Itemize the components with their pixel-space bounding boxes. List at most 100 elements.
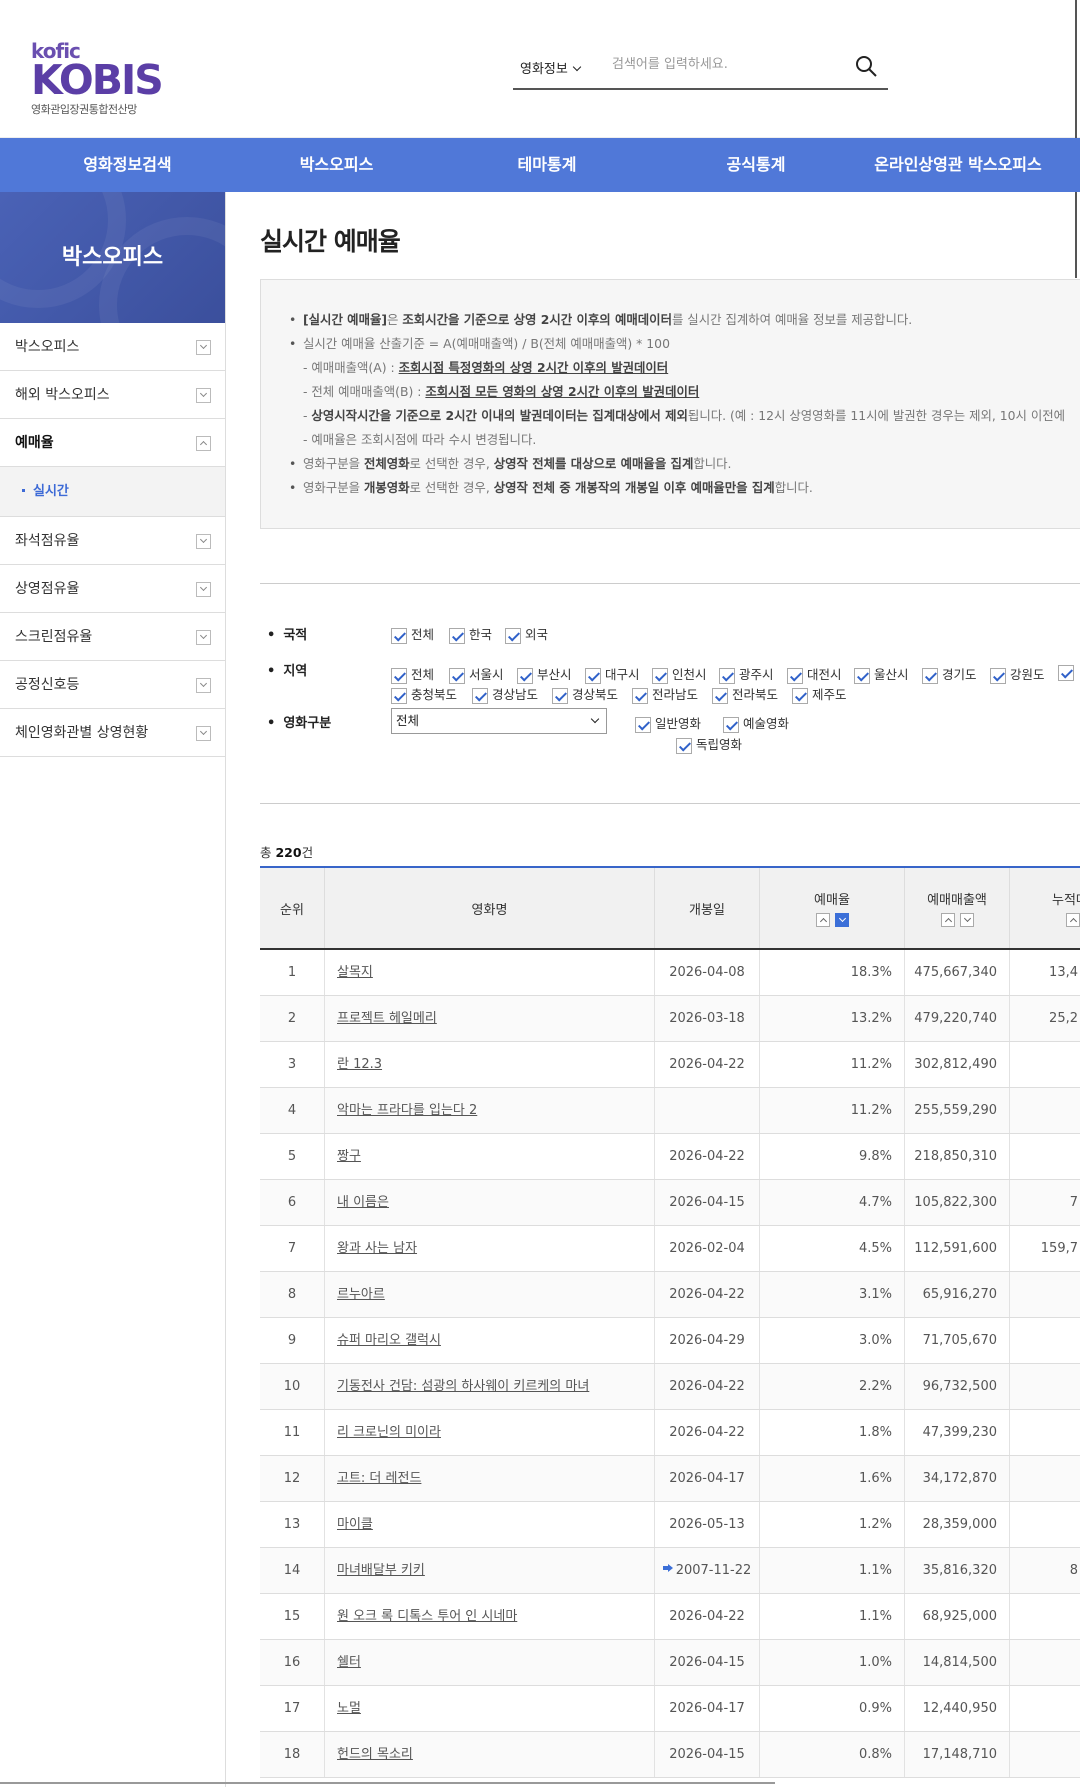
checkbox-region[interactable]: 전체 bbox=[391, 664, 434, 684]
nav-official-stats[interactable]: 공식통계 bbox=[676, 138, 836, 192]
checkbox-checked-icon bbox=[391, 687, 407, 704]
cell-title-link[interactable]: 쉘터 bbox=[325, 1640, 655, 1685]
checkbox-region[interactable]: 부산시 bbox=[517, 664, 572, 684]
cell-cumulative bbox=[1010, 1042, 1080, 1087]
checkbox-region[interactable]: 경상남도 bbox=[472, 684, 538, 704]
table-row: 15 원 오크 록 디톡스 투어 인 시네마 2026-04-22 1.1% 68,92… bbox=[260, 1594, 1080, 1640]
cell-sales: 112,591,600 bbox=[905, 1226, 1010, 1271]
sort-desc-icon[interactable] bbox=[959, 913, 974, 927]
kobis-logo[interactable]: kofic KOBIS 영화관입장권통합전산망 bbox=[31, 41, 171, 117]
table-row: 7 왕과 사는 남자 2026-02-04 4.5% 112,591,600 159,7 bbox=[260, 1226, 1080, 1272]
checkbox-checked-icon bbox=[676, 737, 692, 754]
sort-asc-icon[interactable] bbox=[1066, 913, 1080, 927]
checkbox-region[interactable]: 대전시 bbox=[787, 664, 842, 684]
cell-rate: 1.2% bbox=[760, 1502, 905, 1547]
cell-title-link[interactable]: 프로젝트 헤일메리 bbox=[325, 996, 655, 1041]
sidebar-subitem-realtime[interactable]: 실시간 bbox=[0, 467, 225, 517]
sidebar-item-chain-status[interactable]: 체인영화관별 상영현황 bbox=[0, 709, 225, 757]
nav-theme-stats[interactable]: 테마통계 bbox=[418, 138, 676, 192]
checkbox-region[interactable]: 충청북도 bbox=[391, 684, 457, 704]
checkbox-movie-art[interactable]: 예술영화 bbox=[723, 713, 789, 733]
checkbox-region[interactable]: 대구시 bbox=[585, 664, 640, 684]
checkbox-region[interactable]: 경기도 bbox=[922, 664, 977, 684]
cell-release-date: 2026-04-22 bbox=[655, 1272, 760, 1317]
sidebar-item-reservation[interactable]: 예매율 bbox=[0, 419, 225, 467]
checkbox-region[interactable]: 제주도 bbox=[792, 684, 847, 704]
expand-icon[interactable] bbox=[196, 630, 211, 645]
checkbox-region[interactable]: 울산시 bbox=[854, 664, 909, 684]
cell-sales: 68,925,000 bbox=[905, 1594, 1010, 1639]
table-row: 6내 이름은 2026-04-15 4.7% 105,822,300 7 bbox=[260, 1180, 1080, 1226]
cell-title-link[interactable]: 헌드의 목소리 bbox=[325, 1732, 655, 1777]
sort-desc-icon[interactable] bbox=[834, 913, 849, 927]
sidebar-item-boxoffice[interactable]: 박스오피스 bbox=[0, 323, 225, 371]
cell-rank: 1 bbox=[260, 950, 325, 995]
checkbox-region[interactable]: 인천시 bbox=[652, 664, 707, 684]
table-body: 1 살목지 2026-04-08 18.3% 475,667,340 13,4 2 프로젝트 … bbox=[260, 950, 1080, 1778]
table-header: 순위 영화명 개봉일 예매율 예매매출액 누적매 bbox=[260, 868, 1080, 950]
cell-title-link[interactable]: 왕과 사는 남자 bbox=[325, 1226, 655, 1271]
checkbox-region[interactable]: 경상북도 bbox=[552, 684, 618, 704]
expand-icon[interactable] bbox=[196, 678, 211, 693]
checkbox-checked-icon bbox=[854, 667, 870, 684]
sidebar-item-overseas[interactable]: 해외 박스오피스 bbox=[0, 371, 225, 419]
search-icon[interactable] bbox=[854, 54, 878, 78]
movie-type-select[interactable]: 전체 bbox=[391, 708, 607, 734]
cell-title-link[interactable]: 살목지 bbox=[325, 950, 655, 995]
expand-icon[interactable] bbox=[196, 534, 211, 549]
sort-asc-icon[interactable] bbox=[815, 913, 830, 927]
cell-cumulative bbox=[1010, 1410, 1080, 1455]
collapse-icon[interactable] bbox=[196, 436, 211, 451]
nav-movie-search[interactable]: 영화정보검색 bbox=[0, 138, 255, 192]
checkbox-nation-foreign[interactable]: 외국 bbox=[505, 624, 548, 644]
search-category-select[interactable]: 영화정보 bbox=[520, 58, 582, 77]
cell-title-link[interactable]: 마이클 bbox=[325, 1502, 655, 1547]
nav-online-boxoffice[interactable]: 온라인상영관 박스오피스 bbox=[836, 138, 1080, 192]
horizontal-scrollbar[interactable] bbox=[0, 1782, 775, 1784]
cell-rank: 14 bbox=[260, 1548, 325, 1593]
cell-title-link[interactable]: 노멀 bbox=[325, 1686, 655, 1731]
checkbox-nation-all[interactable]: 전체 bbox=[391, 624, 434, 644]
expand-icon[interactable] bbox=[196, 388, 211, 403]
checkbox-region[interactable]: 전라남도 bbox=[632, 684, 698, 704]
sidebar-item-fair-signal[interactable]: 공정신호등 bbox=[0, 661, 225, 709]
search-input[interactable] bbox=[612, 57, 842, 72]
checkbox-region[interactable]: 광주시 bbox=[719, 664, 774, 684]
cell-title-link[interactable]: 짱구 bbox=[325, 1134, 655, 1179]
expand-icon[interactable] bbox=[196, 726, 211, 741]
nav-boxoffice[interactable]: 박스오피스 bbox=[255, 138, 418, 192]
cell-rate: 9.8% bbox=[760, 1134, 905, 1179]
cell-title-link[interactable]: 원 오크 록 디톡스 투어 인 시네마 bbox=[325, 1594, 655, 1639]
sort-asc-icon[interactable] bbox=[940, 913, 955, 927]
checkbox-region[interactable]: 전라북도 bbox=[712, 684, 778, 704]
cell-title-link[interactable]: 기동전사 건담: 섬광의 하사웨이 키르케의 마녀 bbox=[325, 1364, 655, 1409]
cell-rank: 10 bbox=[260, 1364, 325, 1409]
cell-title-link[interactable]: 내 이름은 bbox=[325, 1180, 655, 1225]
checkbox-movie-general[interactable]: 일반영화 bbox=[635, 713, 701, 733]
cell-title-link[interactable]: 악마는 프라다를 입는다 2 bbox=[325, 1088, 655, 1133]
sidebar-item-seat-share[interactable]: 좌석점유율 bbox=[0, 517, 225, 565]
table-row: 4 악마는 프라다를 입는다 2 11.2% 255,559,290 bbox=[260, 1088, 1080, 1134]
checkbox-region[interactable]: 서울시 bbox=[449, 664, 504, 684]
sidebar-item-show-share[interactable]: 상영점유율 bbox=[0, 565, 225, 613]
checkbox-region[interactable] bbox=[1058, 664, 1078, 681]
cell-title-link[interactable]: 마녀배달부 키키 bbox=[325, 1548, 655, 1593]
cell-title-link[interactable]: 리 크로닌의 미이라 bbox=[325, 1410, 655, 1455]
checkbox-movie-indie[interactable]: 독립영화 bbox=[676, 734, 742, 754]
checkbox-checked-icon bbox=[723, 716, 739, 733]
rerelease-arrow-icon bbox=[662, 1564, 673, 1572]
cell-cumulative: 13,4 bbox=[1049, 965, 1078, 980]
expand-icon[interactable] bbox=[196, 340, 211, 355]
cell-sales: 96,732,500 bbox=[905, 1364, 1010, 1409]
cell-title-link[interactable]: 르누아르 bbox=[325, 1272, 655, 1317]
cell-title-link[interactable]: 슈퍼 마리오 갤럭시 bbox=[325, 1318, 655, 1363]
expand-icon[interactable] bbox=[196, 582, 211, 597]
checkbox-region[interactable]: 강원도 bbox=[990, 664, 1045, 684]
cell-release-date: 2026-04-08 bbox=[655, 950, 760, 995]
header-rate: 예매율 bbox=[760, 868, 905, 948]
cell-title-link[interactable]: 고트: 더 레전드 bbox=[325, 1456, 655, 1501]
checkbox-nation-korea[interactable]: 한국 bbox=[449, 624, 492, 644]
sidebar-item-screen-share[interactable]: 스크린점유율 bbox=[0, 613, 225, 661]
cell-rank: 12 bbox=[260, 1456, 325, 1501]
cell-title-link[interactable]: 란 12.3 bbox=[325, 1042, 655, 1087]
